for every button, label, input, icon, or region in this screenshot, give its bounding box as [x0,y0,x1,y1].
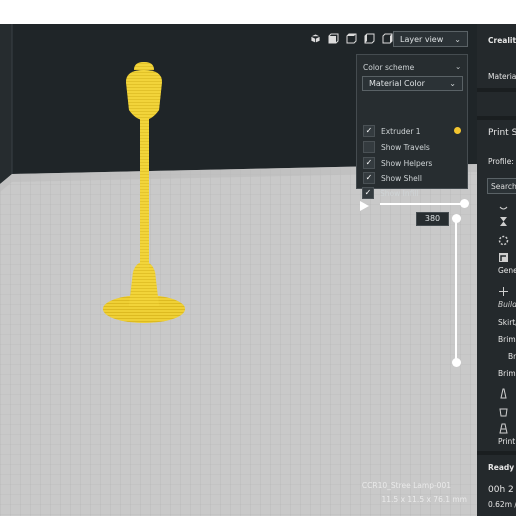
layer-number-box[interactable]: 380 [416,212,449,226]
sidebar-item-brim-sub[interactable]: Br [508,352,516,361]
color-scheme-label: Color scheme [363,63,415,72]
sidebar-item-build-plate[interactable]: Build [498,300,516,309]
option-label: Show Infill [380,188,419,198]
sidebar-item-print[interactable]: Print [498,437,515,446]
support-icon[interactable] [498,248,509,262]
cube-top-icon[interactable] [344,31,358,45]
move-icon[interactable] [498,282,509,296]
color-scheme-panel: Color scheme ⌄ Material Color ⌄ ✓ Extrud… [356,54,468,189]
show-shell-checkbox[interactable]: ✓ [363,172,375,184]
right-sidebar: Creality Material Print S Profile: Searc… [477,24,516,516]
chevron-down-icon: ⌄ [449,79,456,88]
view-mode-select[interactable]: Layer view ⌄ [393,31,468,47]
chevron-down-icon[interactable]: ⌄ [455,62,461,71]
layer-slider-track[interactable] [455,220,457,362]
model-dimensions: 11.5 x 11.5 x 76.1 mm [381,495,467,504]
model-name: CCR10_Stree Lamp-001 [361,481,451,490]
ready-label: Ready t [488,463,516,472]
3d-viewport[interactable]: Layer view ⌄ Color scheme ⌄ Material Col… [0,24,477,516]
hourglass-icon[interactable] [498,212,509,226]
extruder-1-checkbox[interactable]: ✓ [363,125,375,137]
search-placeholder: Search... [491,182,516,191]
printer-tab[interactable]: Creality [488,36,516,45]
material-usage: 0.62m / [488,500,516,509]
option-show-shell[interactable]: ✓ Show Shell [363,171,422,185]
draft-shield-icon[interactable] [498,419,509,434]
cube-front-icon[interactable] [326,31,340,45]
ooze-shield-icon[interactable] [498,403,509,417]
option-show-helpers[interactable]: ✓ Show Helpers [363,156,432,170]
simulation-slider-handle[interactable] [460,199,469,208]
option-show-infill-row[interactable]: ✓ Show Infill [362,186,418,200]
simulation-slider-track[interactable] [380,203,466,205]
view-mode-value: Layer view [400,34,444,44]
play-icon[interactable] [357,198,371,212]
view-toolbar [308,31,394,45]
settings-search-input[interactable]: Search... [487,178,516,194]
option-extruder-1[interactable]: ✓ Extruder 1 [363,124,421,138]
divider [477,451,516,455]
show-travels-checkbox[interactable] [363,141,375,153]
color-scheme-value: Material Color [369,79,425,88]
fan-icon[interactable] [498,231,509,246]
option-label: Show Shell [381,173,422,183]
divider [477,116,516,120]
cube-3d-icon[interactable] [308,31,322,45]
sidebar-item-general[interactable]: Gene [498,266,516,275]
layer-slider-top-handle[interactable] [452,214,461,223]
option-show-travels[interactable]: Show Travels [363,140,430,154]
option-label: Show Travels [381,142,430,152]
layer-slider-bottom-handle[interactable] [452,358,461,367]
app-window: Layer view ⌄ Color scheme ⌄ Material Col… [0,0,516,516]
show-infill-checkbox[interactable]: ✓ [362,187,374,199]
option-label: Show Helpers [381,158,433,168]
print-time: 00h 2 [488,485,514,495]
cube-right-icon[interactable] [380,31,394,45]
tower-icon[interactable] [498,384,509,399]
wall-icon[interactable] [498,201,509,212]
option-label: Extruder 1 [381,126,421,136]
divider [477,88,516,92]
sidebar-item-skirt[interactable]: Skirt/ [498,318,516,327]
cube-left-icon[interactable] [362,31,376,45]
sidebar-item-brim[interactable]: Brim [498,335,516,344]
print-settings-title: Print S [488,128,516,138]
chevron-down-icon: ⌄ [454,34,461,44]
extruder-color-swatch [454,127,461,134]
sidebar-item-brim-2[interactable]: Brim [498,369,516,378]
profile-label: Profile: [488,157,514,166]
color-scheme-select[interactable]: Material Color ⌄ [362,76,463,91]
show-helpers-checkbox[interactable]: ✓ [363,157,375,169]
layer-number: 380 [424,214,441,223]
top-strip [0,0,516,24]
material-label: Material [488,72,516,81]
